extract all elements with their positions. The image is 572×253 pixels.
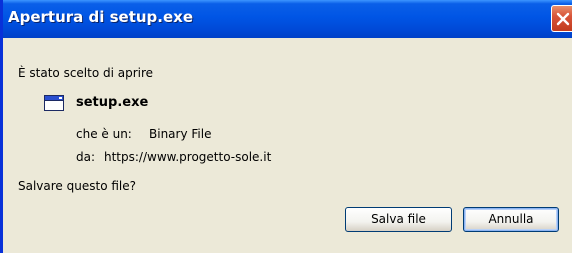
file-type-label: che è un: xyxy=(76,127,132,141)
file-source-value: https://www.progetto-sole.it xyxy=(104,150,272,164)
dialog-body: È stato scelto di aprire setup.exe che è… xyxy=(3,38,572,253)
file-source-label: da: xyxy=(76,150,96,164)
save-question: Salvare questo file? xyxy=(18,179,136,193)
close-icon xyxy=(556,12,570,26)
save-file-dialog: Apertura di setup.exe È stato scelto di … xyxy=(0,0,572,253)
save-file-button[interactable]: Salva file xyxy=(345,207,452,232)
file-type-value: Binary File xyxy=(149,127,212,141)
intro-text: È stato scelto di aprire xyxy=(18,66,154,80)
close-button[interactable] xyxy=(551,5,572,32)
dialog-title: Apertura di setup.exe xyxy=(8,8,194,26)
title-bar[interactable]: Apertura di setup.exe xyxy=(3,0,572,38)
file-name: setup.exe xyxy=(76,95,149,110)
exe-file-icon xyxy=(44,95,64,111)
cancel-button[interactable]: Annulla xyxy=(463,207,559,232)
